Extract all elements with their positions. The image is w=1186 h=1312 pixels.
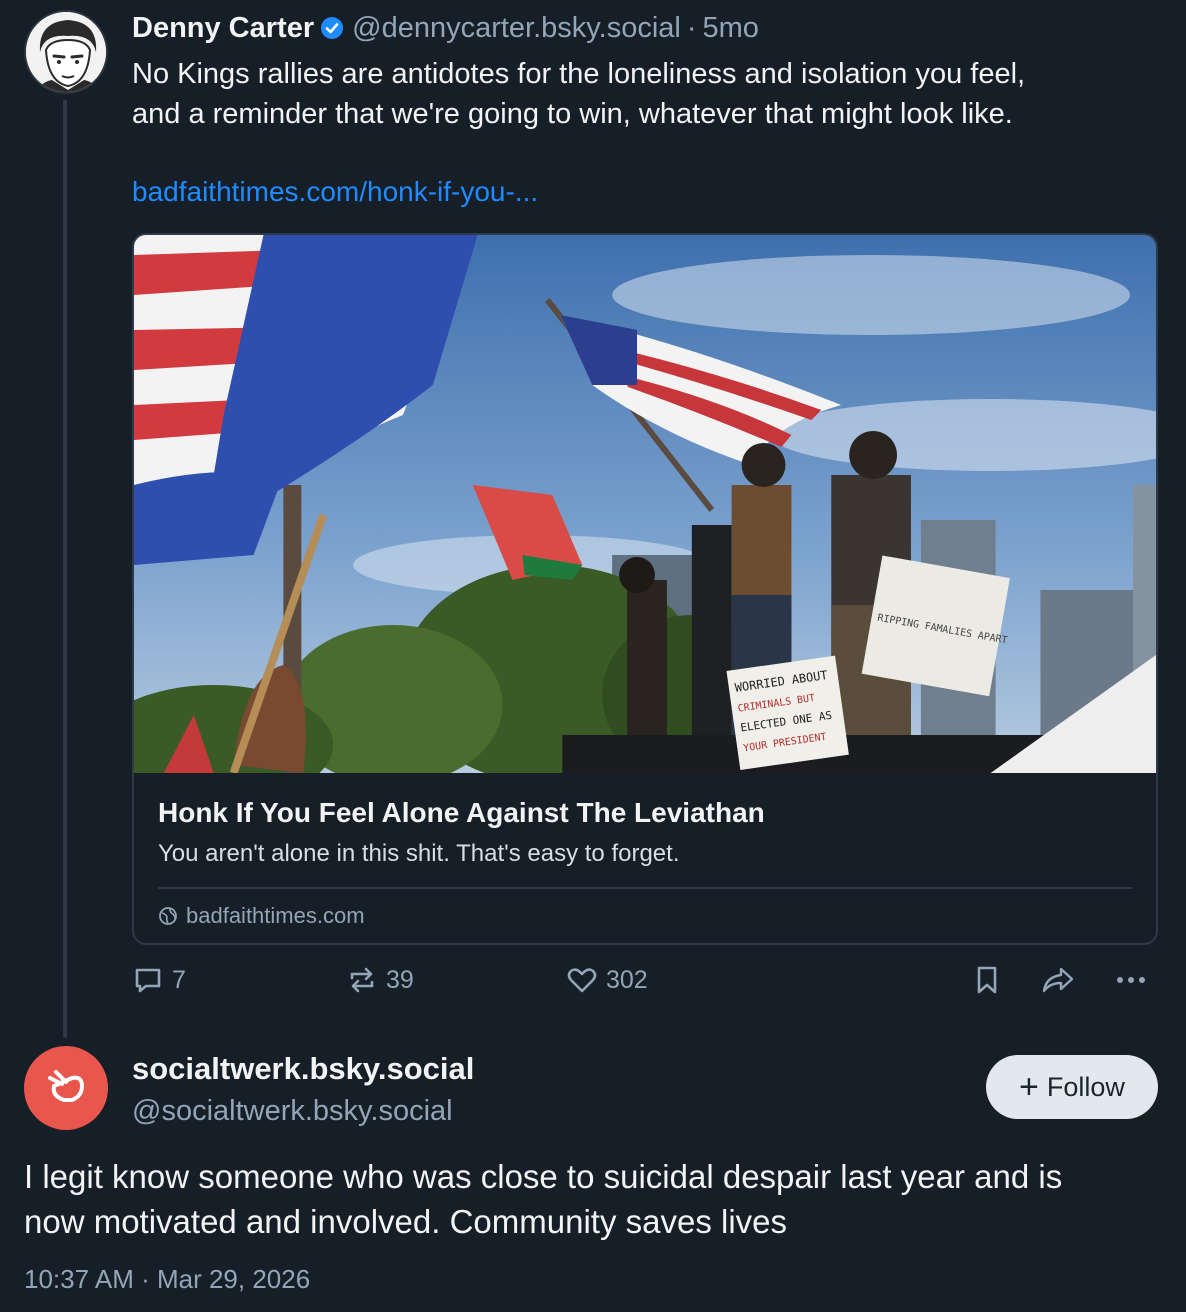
- card-domain: badfaithtimes.com: [158, 903, 1132, 929]
- protest-sign: WORRIED ABOUT CRIMINALS BUT ELECTED ONE …: [726, 655, 849, 770]
- card-domain-text: badfaithtimes.com: [186, 903, 365, 928]
- like-button[interactable]: 302: [566, 964, 648, 996]
- card-image: WORRIED ABOUT CRIMINALS BUT ELECTED ONE …: [134, 235, 1156, 773]
- hand-logo-icon: [48, 1070, 84, 1102]
- bookmark-icon: [977, 966, 997, 994]
- post-text: No Kings rallies are antidotes for the l…: [132, 54, 1162, 134]
- thread-view: Denny Carter @dennycarter.bsky.social · …: [0, 0, 1186, 1312]
- post-actions: 7 39 302: [132, 964, 1162, 1008]
- card-title: Honk If You Feel Alone Against The Levia…: [158, 797, 765, 828]
- avatar-illustration: [26, 12, 106, 92]
- share-button[interactable]: [1040, 964, 1076, 996]
- reply-count: 7: [172, 965, 186, 994]
- reply-text: I legit know someone who was close to su…: [24, 1154, 1164, 1244]
- author-avatar[interactable]: [24, 10, 108, 94]
- more-options-button[interactable]: [1114, 964, 1148, 996]
- bookmark-button[interactable]: [972, 964, 1002, 996]
- repost-count: 39: [386, 965, 414, 994]
- reply-icon: [135, 968, 161, 993]
- header-separator: ·: [686, 11, 697, 44]
- like-icon: [567, 968, 597, 993]
- link-preview-card[interactable]: WORRIED ABOUT CRIMINALS BUT ELECTED ONE …: [132, 233, 1158, 945]
- post-text-line: No Kings rallies are antidotes for the l…: [132, 58, 1026, 90]
- reply-author-avatar[interactable]: [24, 1046, 108, 1130]
- reply-button[interactable]: 7: [132, 964, 186, 996]
- card-description: You aren't alone in this shit. That's ea…: [158, 840, 680, 867]
- reply-author-name[interactable]: socialtwerk.bsky.social: [132, 1048, 474, 1090]
- card-body: Honk If You Feel Alone Against The Levia…: [134, 773, 1156, 929]
- post-link[interactable]: badfaithtimes.com/honk-if-you-...: [132, 172, 1162, 212]
- globe-icon: [159, 907, 177, 925]
- more-icon: [1117, 977, 1145, 983]
- author-handle[interactable]: @dennycarter.bsky.social: [352, 12, 681, 45]
- author-name[interactable]: Denny Carter: [132, 12, 314, 45]
- repost-icon: [350, 967, 374, 993]
- like-count: 302: [606, 965, 648, 994]
- parent-post: Denny Carter @dennycarter.bsky.social · …: [132, 10, 1162, 212]
- thread-connector-line: [63, 100, 67, 1038]
- plus-icon: +: [1019, 1068, 1039, 1106]
- follow-label: Follow: [1046, 1071, 1125, 1102]
- reply-text-line: now motivated and involved. Community sa…: [24, 1203, 788, 1240]
- reply-author-handle[interactable]: @socialtwerk.bsky.social: [132, 1092, 453, 1130]
- card-divider: [158, 887, 1132, 889]
- reply-text-line: I legit know someone who was close to su…: [24, 1158, 1063, 1195]
- post-age[interactable]: 5mo: [703, 12, 759, 45]
- post-header: Denny Carter @dennycarter.bsky.social · …: [132, 10, 1162, 46]
- share-icon: [1042, 967, 1074, 993]
- follow-button[interactable]: + Follow: [986, 1055, 1158, 1119]
- post-text-line: and a reminder that we're going to win, …: [132, 98, 1013, 130]
- reply-timestamp[interactable]: 10:37 AM · Mar 29, 2026: [24, 1262, 310, 1296]
- repost-button[interactable]: 39: [346, 964, 414, 996]
- verified-badge-icon: [320, 16, 344, 40]
